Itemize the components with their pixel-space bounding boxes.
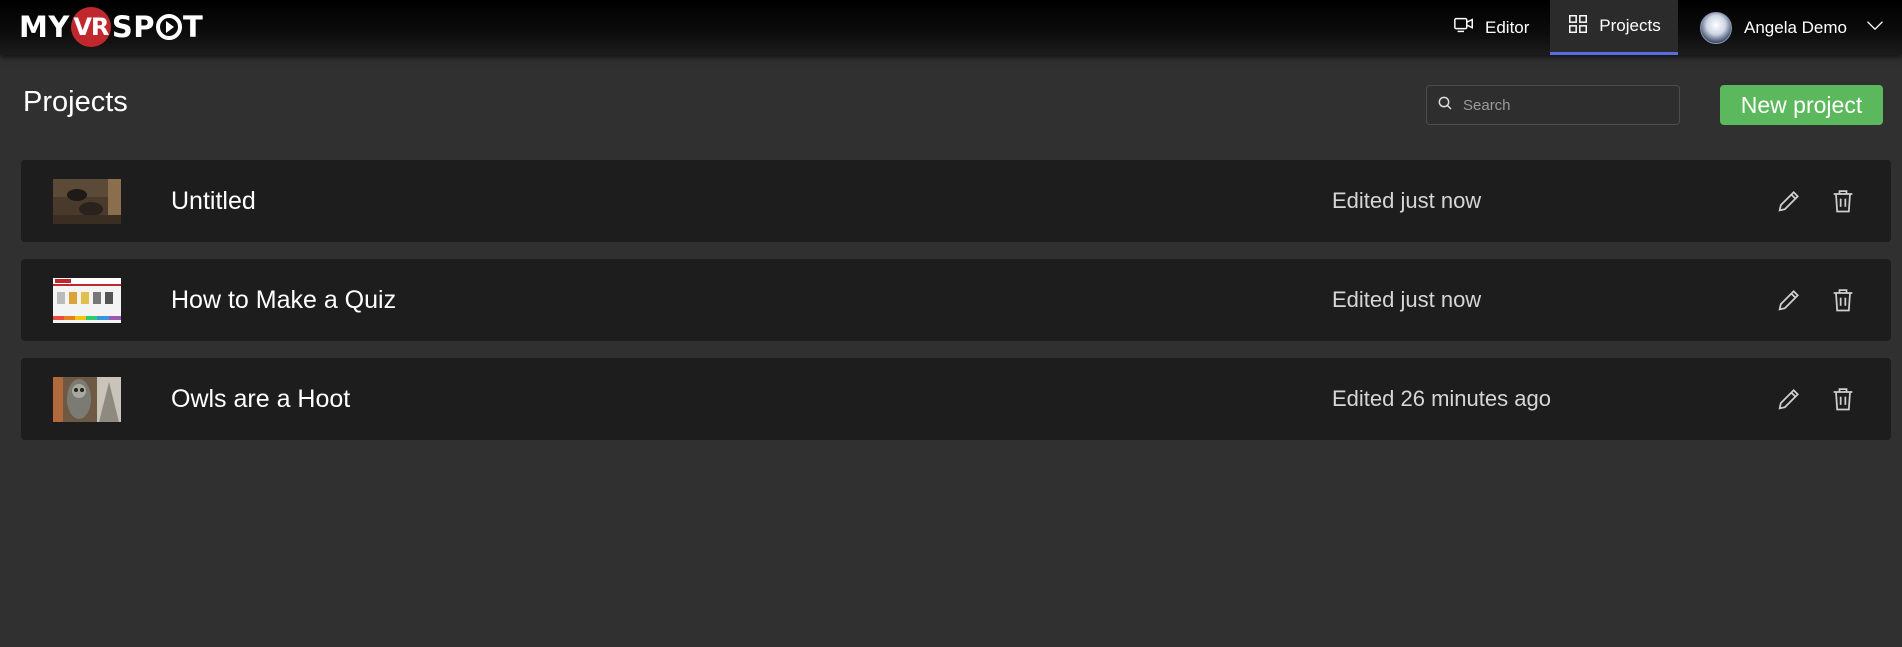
project-thumbnail[interactable]	[53, 179, 121, 224]
project-row[interactable]: How to Make a Quiz Edited just now	[21, 259, 1891, 341]
nav-projects[interactable]: Projects	[1550, 0, 1678, 55]
project-name[interactable]: How to Make a Quiz	[171, 259, 396, 341]
pencil-icon[interactable]	[1775, 286, 1803, 314]
project-thumbnail[interactable]	[53, 377, 121, 422]
project-name[interactable]: Owls are a Hoot	[171, 358, 350, 440]
trash-icon[interactable]	[1829, 385, 1857, 413]
project-edited-time: Edited 26 minutes ago	[1332, 386, 1551, 411]
myvrspot-logo[interactable]: MY VR SP T	[19, 7, 204, 47]
logo-text-suffix: SP	[111, 10, 155, 44]
logo-text-prefix: MY	[19, 10, 70, 44]
project-row[interactable]: Owls are a Hoot Edited 26 minutes ago	[21, 358, 1891, 440]
logo-text-end: T	[183, 10, 204, 44]
search-input[interactable]	[1463, 96, 1663, 114]
nav-editor[interactable]: Editor	[1453, 0, 1553, 55]
search-box[interactable]	[1426, 85, 1680, 125]
search-icon	[1437, 95, 1453, 116]
trash-icon[interactable]	[1829, 286, 1857, 314]
nav-editor-label: Editor	[1485, 17, 1530, 37]
camera-video-icon	[1453, 14, 1475, 41]
logo-play-icon	[156, 14, 182, 40]
project-edited-time: Edited just now	[1332, 287, 1482, 312]
project-thumbnail[interactable]	[53, 278, 121, 323]
project-edited-time: Edited just now	[1332, 188, 1482, 213]
chevron-down-icon[interactable]	[1865, 15, 1885, 40]
pencil-icon[interactable]	[1775, 385, 1803, 413]
pencil-icon[interactable]	[1775, 187, 1803, 215]
user-name: Angela Demo	[1744, 17, 1848, 37]
project-row[interactable]: Untitled Edited just now	[21, 160, 1891, 242]
avatar	[1700, 11, 1732, 44]
grid-icon	[1567, 13, 1589, 40]
top-navigation-bar: MY VR SP T Editor Projects Angela Demo	[0, 0, 1902, 55]
user-menu[interactable]: Angela Demo	[1700, 0, 1890, 55]
page-title: Projects	[23, 86, 128, 118]
trash-icon[interactable]	[1829, 187, 1857, 215]
project-name[interactable]: Untitled	[171, 160, 256, 242]
nav-projects-label: Projects	[1599, 16, 1661, 35]
new-project-button[interactable]: New project	[1720, 85, 1883, 125]
logo-vr-badge: VR	[70, 7, 111, 47]
